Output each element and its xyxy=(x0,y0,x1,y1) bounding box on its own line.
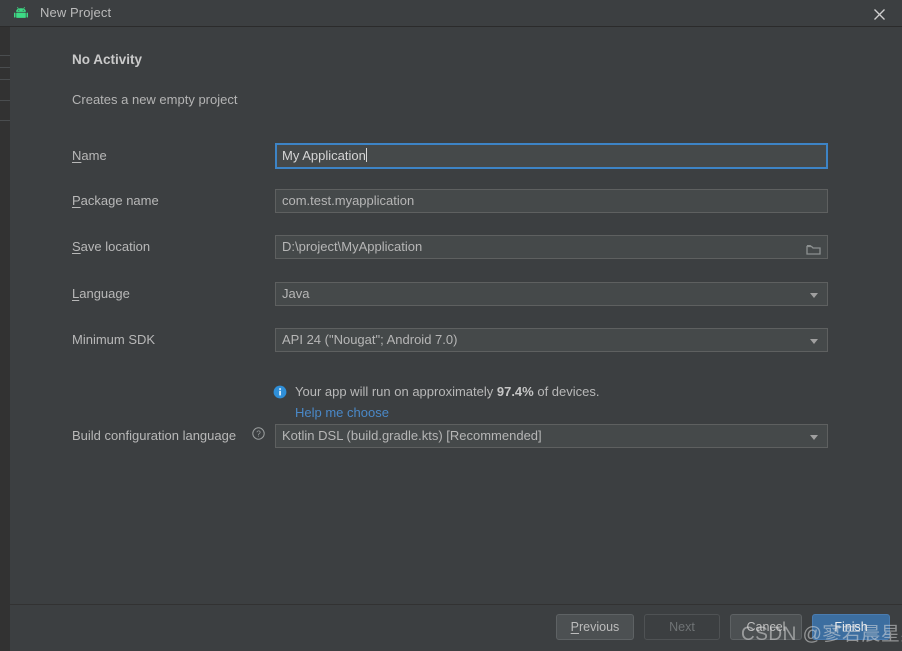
label-name: Name xyxy=(72,148,107,163)
label-build-configuration-language: Build configuration language xyxy=(72,428,237,443)
build-configuration-language-select[interactable]: Kotlin DSL (build.gradle.kts) [Recommend… xyxy=(275,424,828,448)
label-minimum-sdk: Minimum SDK xyxy=(72,332,156,347)
svg-text:?: ? xyxy=(256,430,261,439)
previous-button[interactable]: Previous xyxy=(556,614,634,640)
info-circle-icon xyxy=(273,385,287,404)
finish-button[interactable]: Finish xyxy=(812,614,890,640)
label-language: Language xyxy=(72,286,130,301)
window-edge-strip xyxy=(0,27,10,651)
next-button: Next xyxy=(644,614,720,640)
label-save-location: Save location xyxy=(72,239,151,254)
window-title: New Project xyxy=(40,5,112,20)
minimum-sdk-select[interactable]: API 24 ("Nougat"; Android 7.0) xyxy=(275,328,828,352)
package-name-input[interactable]: com.test.myapplication xyxy=(275,189,828,213)
dialog-footer: Previous Next Cancel Finish xyxy=(10,604,902,651)
save-location-input[interactable]: D:\project\MyApplication xyxy=(275,235,828,259)
title-bar: New Project xyxy=(0,0,902,27)
page-subtitle: Creates a new empty project xyxy=(72,92,238,107)
dialog-content: No Activity Creates a new empty project … xyxy=(10,28,902,604)
page-title: No Activity xyxy=(72,52,143,67)
name-input[interactable]: My Application xyxy=(275,143,828,169)
language-select[interactable]: Java xyxy=(275,282,828,306)
help-question-icon[interactable]: ? xyxy=(252,427,265,440)
cancel-button[interactable]: Cancel xyxy=(730,614,802,640)
label-package-name: Package name xyxy=(72,193,159,208)
folder-browse-icon[interactable] xyxy=(806,241,821,255)
new-project-dialog: New Project No Activity Creates a new em… xyxy=(0,0,902,651)
android-robot-icon xyxy=(14,6,28,20)
close-icon[interactable] xyxy=(856,0,902,27)
help-me-choose-link[interactable]: Help me choose xyxy=(295,405,389,420)
sdk-coverage-text: Your app will run on approximately 97.4%… xyxy=(295,384,600,399)
